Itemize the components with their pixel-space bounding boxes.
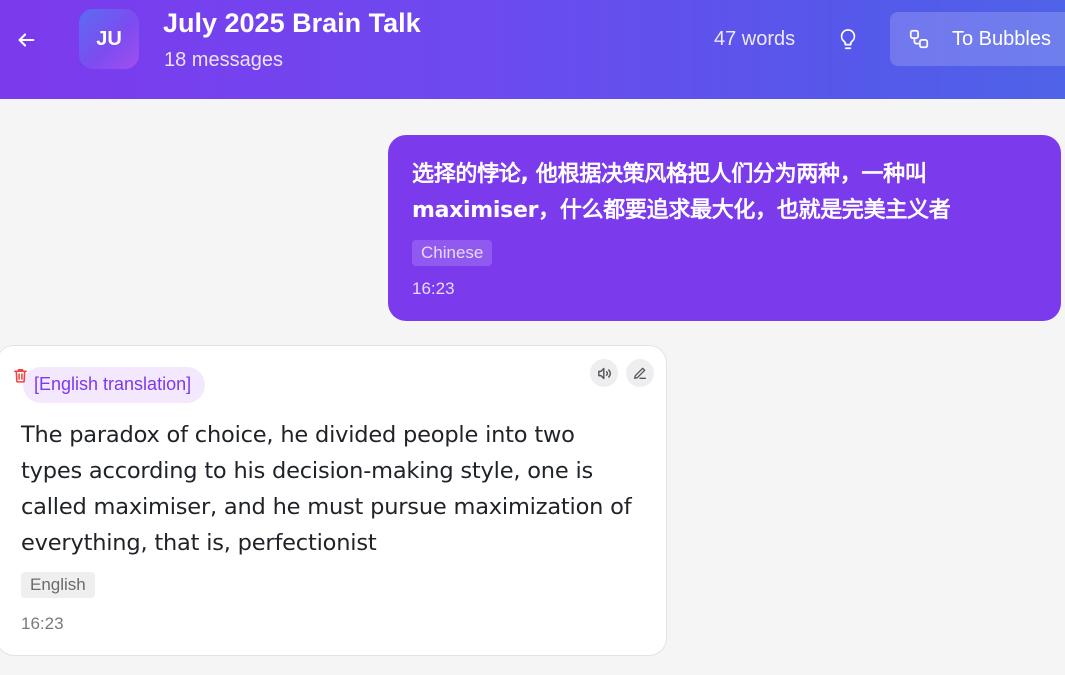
- to-bubbles-label: To Bubbles: [952, 27, 1051, 50]
- message-timestamp: 16:23: [412, 279, 455, 298]
- language-badge: English: [21, 572, 95, 598]
- pencil-icon: [634, 367, 646, 379]
- word-count: 47 words: [714, 28, 796, 50]
- translation-text: The paradox of choice, he divided people…: [21, 422, 632, 556]
- user-message-bubble: 选择的悖论, 他根据决策风格把人们分为两种，一种叫maximiser，什么都要追…: [388, 135, 1061, 321]
- user-message-text: 选择的悖论, 他根据决策风格把人们分为两种，一种叫maximiser，什么都要追…: [412, 162, 951, 223]
- speaker-icon: [597, 367, 611, 379]
- insights-button[interactable]: [833, 24, 863, 56]
- translation-tag: [English translation]: [23, 367, 206, 403]
- language-badge: Chinese: [412, 240, 493, 266]
- trash-icon: [13, 368, 27, 383]
- avatar-initials: JU: [96, 27, 122, 50]
- back-button[interactable]: [10, 24, 42, 56]
- message-timestamp: 16:23: [21, 614, 64, 633]
- conversation-avatar: JU: [79, 9, 139, 69]
- bubbles-icon: [909, 29, 929, 49]
- delete-button[interactable]: [9, 363, 31, 387]
- speak-button[interactable]: [590, 359, 618, 387]
- to-bubbles-button[interactable]: To Bubbles: [890, 12, 1065, 66]
- lightbulb-icon: [840, 29, 856, 50]
- translation-message-bubble: [English translation] The paradox of cho…: [0, 345, 667, 656]
- chat-header: JU July 2025 Brain Talk 18 messages 47 w…: [0, 0, 1065, 99]
- conversation-title: July 2025 Brain Talk: [163, 8, 421, 38]
- edit-button[interactable]: [626, 359, 654, 387]
- message-count: 18 messages: [164, 49, 283, 71]
- arrow-left-icon: [18, 33, 35, 47]
